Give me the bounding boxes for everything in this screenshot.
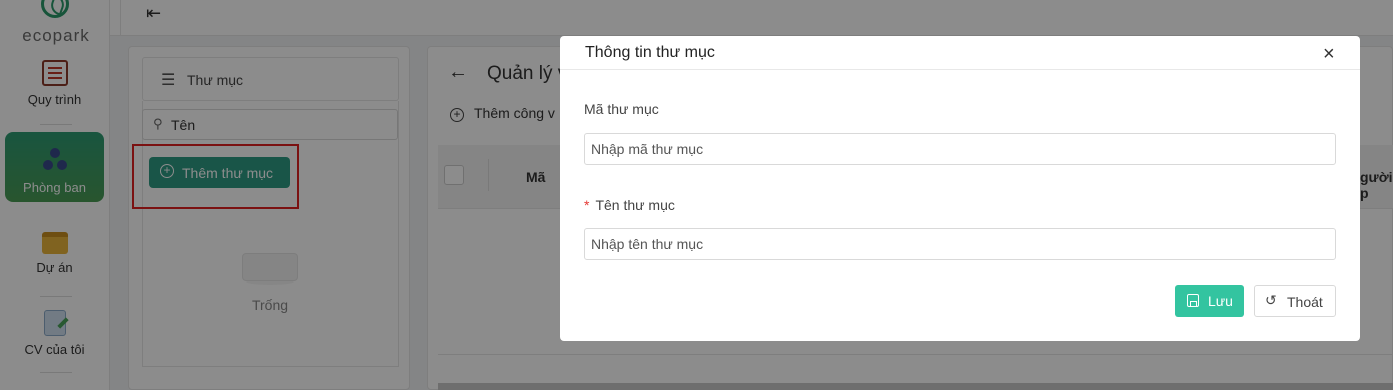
- folder-name-label-text: Tên thư mục: [595, 197, 675, 213]
- folder-code-input[interactable]: [585, 134, 1335, 164]
- required-mark: *: [584, 197, 590, 213]
- folder-name-field[interactable]: [584, 228, 1336, 260]
- folder-code-field[interactable]: [584, 133, 1336, 165]
- exit-button[interactable]: ↺ Thoát: [1254, 285, 1336, 317]
- save-icon: [1187, 294, 1199, 307]
- dialog-header: Thông tin thư mục ×: [560, 36, 1360, 70]
- save-button[interactable]: Lưu: [1175, 285, 1244, 317]
- exit-button-label: Thoát: [1287, 294, 1323, 310]
- folder-name-input[interactable]: [585, 229, 1335, 259]
- folder-info-dialog: Thông tin thư mục × Mã thư mục * Tên thư …: [560, 36, 1360, 341]
- close-icon[interactable]: ×: [1323, 44, 1335, 64]
- folder-name-label: * Tên thư mục: [584, 197, 675, 213]
- save-button-label: Lưu: [1208, 293, 1233, 309]
- folder-code-label: Mã thư mục: [584, 101, 659, 117]
- dialog-title: Thông tin thư mục: [585, 44, 715, 61]
- undo-icon: ↺: [1265, 292, 1277, 308]
